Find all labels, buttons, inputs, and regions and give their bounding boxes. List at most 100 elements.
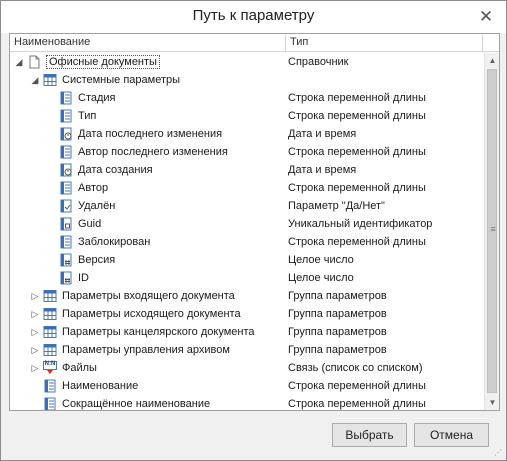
tree-row-type: Строка переменной длины — [288, 146, 426, 158]
tree-row[interactable]: Guid Уникальный идентификатор — [10, 215, 484, 233]
tree-row-label-text: Guid — [78, 218, 102, 230]
tree-row-type: Строка переменной длины — [288, 398, 426, 410]
link-list-icon-text: N:N — [44, 361, 56, 367]
tree-row-name-cell: Заблокирован — [10, 233, 286, 251]
tree-row-name-cell: Автор — [10, 179, 286, 197]
tree-row-type: Уникальный идентификатор — [288, 218, 433, 230]
tree-row-label-text: Версия — [78, 254, 116, 266]
tree-row[interactable]: Удалён Параметр "Да/Нет" — [10, 197, 484, 215]
tree-row[interactable]: ▷ Параметры канцелярского документа Группа… — [10, 323, 484, 341]
tree-row[interactable]: Стадия Строка переменной длины — [10, 89, 484, 107]
tree-row-name-cell: Guid — [10, 215, 286, 233]
tree-row[interactable]: Сокращённое наименование Строка переменно… — [10, 395, 484, 410]
tree-row-name-cell: ◢ Офисные документы — [10, 53, 286, 71]
tree-row-label: Параметры канцелярского документа — [62, 323, 255, 341]
tree-row[interactable]: ▷ Параметры исходящего документа Группа па… — [10, 305, 484, 323]
scroll-thumb[interactable]: ≡ — [487, 69, 497, 393]
tree-row[interactable]: Автор Строка переменной длины — [10, 179, 484, 197]
expanded-arrow-icon[interactable]: ◢ — [30, 71, 40, 89]
column-header-type[interactable]: Тип — [286, 34, 483, 51]
tree-row[interactable]: ID Целое число — [10, 269, 484, 287]
string-param-icon — [59, 91, 73, 105]
dialog-window: Путь к параметру ✕ Наименование Тип ◢ Офи… — [0, 0, 507, 461]
expanded-arrow-icon[interactable]: ◢ — [14, 53, 24, 71]
collapsed-arrow-icon[interactable]: ▷ — [30, 287, 40, 305]
tree-row-label: Автор — [78, 179, 108, 197]
tree-row[interactable]: Тип Строка переменной длины — [10, 107, 484, 125]
string-param-icon — [43, 379, 57, 393]
tree-row-label-text: Дата создания — [78, 164, 153, 176]
collapsed-arrow-icon[interactable]: ▷ — [30, 323, 40, 341]
tree-row-type: Группа параметров — [288, 344, 387, 356]
string-param-icon — [59, 235, 73, 249]
resize-grip-icon[interactable]: ⋰ — [494, 448, 504, 458]
tree-row-label: Сокращённое наименование — [62, 395, 210, 410]
collapsed-arrow-icon[interactable]: ▷ — [30, 341, 40, 359]
tree-row-name-cell: Версия — [10, 251, 286, 269]
link-list-icon: N:N — [43, 361, 57, 375]
scroll-up-icon[interactable]: ▲ — [485, 53, 499, 68]
table-icon — [43, 325, 57, 339]
cancel-button[interactable]: Отмена — [414, 423, 489, 447]
tree-row-label-text: Заблокирован — [78, 236, 151, 248]
select-button[interactable]: Выбрать — [332, 423, 407, 447]
tree-row-name-cell: ◢ Системные параметры — [10, 71, 286, 89]
close-button[interactable]: ✕ — [476, 7, 496, 27]
column-header-name[interactable]: Наименование — [10, 34, 286, 51]
tree-row[interactable]: Заблокирован Строка переменной длины — [10, 233, 484, 251]
tree-row[interactable]: ◢ Системные параметры — [10, 71, 484, 89]
tree-row-label-text: Наименование — [62, 380, 139, 392]
tree-row-name-cell: ▷ Параметры управления архивом — [10, 341, 286, 359]
string-param-icon — [43, 397, 57, 410]
tree-row[interactable]: Дата создания Дата и время — [10, 161, 484, 179]
collapsed-arrow-icon[interactable]: ▷ — [30, 305, 40, 323]
tree-row-name-cell: Наименование — [10, 377, 286, 395]
tree-row-label-text: Файлы — [62, 362, 97, 374]
tree-row-type: Связь (список со списком) — [288, 362, 423, 374]
tree-row-label: Тип — [78, 107, 96, 125]
tree-row-name-cell: Тип — [10, 107, 286, 125]
tree-row-name-cell: Сокращённое наименование — [10, 395, 286, 410]
number-param-icon — [59, 253, 73, 267]
tree-row[interactable]: Дата последнего изменения Дата и время — [10, 125, 484, 143]
scroll-down-icon[interactable]: ▼ — [485, 395, 499, 410]
tree-row-name-cell: ▷ Параметры канцелярского документа — [10, 323, 286, 341]
string-param-icon — [59, 181, 73, 195]
tree-row[interactable]: Наименование Строка переменной длины — [10, 377, 484, 395]
tree-row-type: Дата и время — [288, 164, 357, 176]
vertical-scrollbar[interactable]: ▲ ≡ ▼ — [484, 53, 499, 410]
tree-row-type: Группа параметров — [288, 326, 387, 338]
tree-row[interactable]: ▷ Параметры управления архивом Группа пара… — [10, 341, 484, 359]
tree-row-name-cell: Дата последнего изменения — [10, 125, 286, 143]
tree-row-label: Наименование — [62, 377, 138, 395]
guid-param-icon — [59, 217, 73, 231]
tree-row-type: Целое число — [288, 272, 354, 284]
string-param-icon — [59, 109, 73, 123]
tree-row-label-text: Тип — [78, 110, 97, 122]
table-icon — [43, 343, 57, 357]
tree-row-type: Целое число — [288, 254, 354, 266]
tree-row-label-text: Стадия — [78, 92, 116, 104]
tree-row-label: Дата создания — [78, 161, 153, 179]
scroll-grip-icon: ≡ — [490, 224, 496, 234]
number-param-icon — [59, 271, 73, 285]
tree-row[interactable]: Версия Целое число — [10, 251, 484, 269]
tree-row-label-text: Автор — [78, 182, 109, 194]
tree-row-name-cell: Стадия — [10, 89, 286, 107]
tree-row-label-text: Автор последнего изменения — [78, 146, 228, 158]
tree-row-label-text: Параметры исходящего документа — [62, 308, 241, 320]
collapsed-arrow-icon[interactable]: ▷ — [30, 359, 40, 377]
tree-row-label: Версия — [78, 251, 115, 269]
tree-row[interactable]: ▷ Параметры входящего документа Группа пар… — [10, 287, 484, 305]
tree-row-label: Guid — [78, 215, 101, 233]
tree-row-label-text: Параметры входящего документа — [62, 290, 235, 302]
tree-row[interactable]: ▷ N:N Файлы Связь (список со списком) — [10, 359, 484, 377]
string-param-icon — [59, 145, 73, 159]
tree-row[interactable]: Автор последнего изменения Строка перемен… — [10, 143, 484, 161]
tree-row-type: Параметр "Да/Нет" — [288, 200, 385, 212]
table-icon — [43, 73, 57, 87]
tree-row[interactable]: ◢ Офисные документы Справочник — [10, 53, 484, 71]
date-param-icon — [59, 127, 73, 141]
parameter-tree[interactable]: Наименование Тип ◢ Офисные документы Справ… — [9, 33, 500, 411]
tree-row-label: Файлы — [62, 359, 97, 377]
